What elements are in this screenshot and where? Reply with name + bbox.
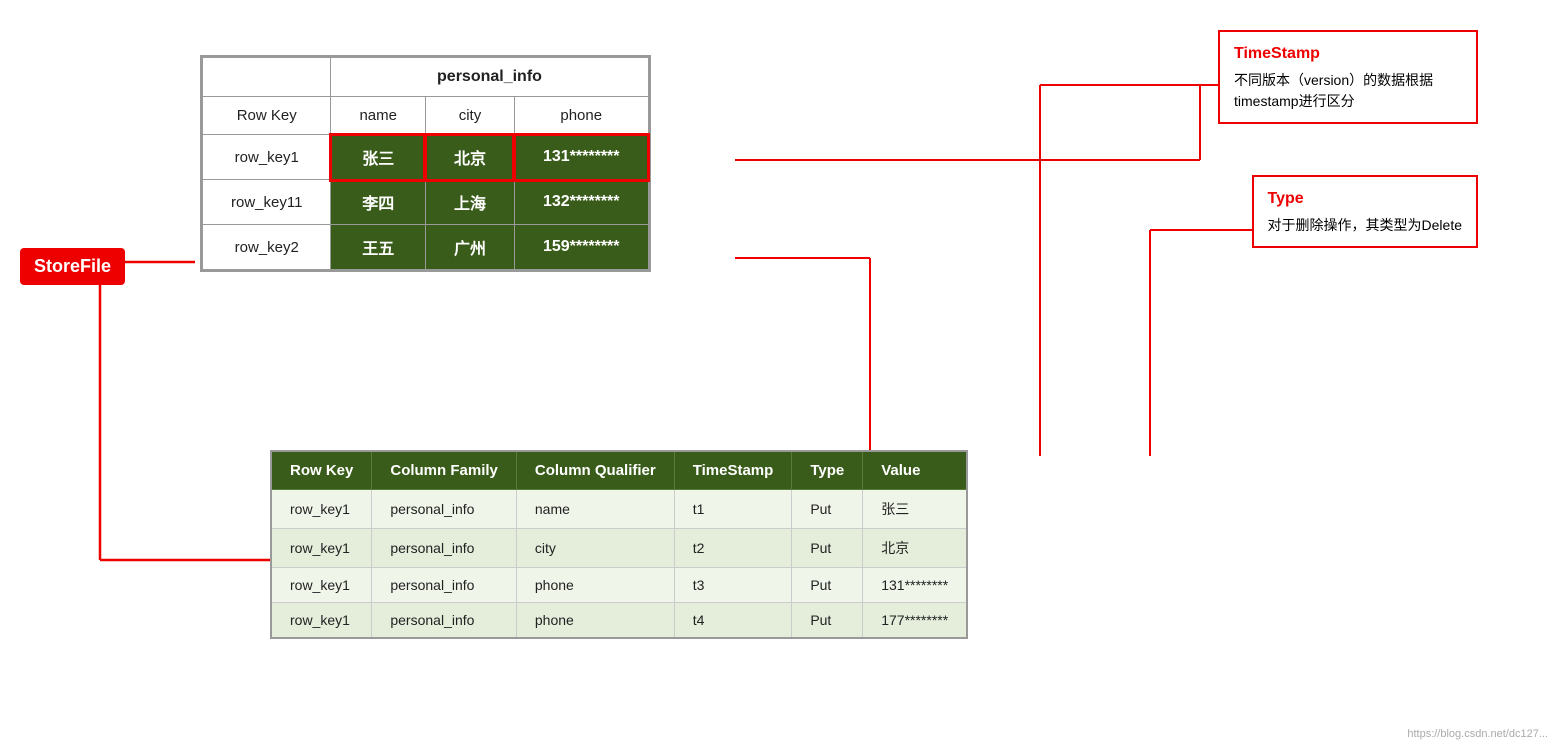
bottom-table-row: row_key1personal_infophonet4Put177******… <box>271 603 967 639</box>
bottom-table-header-cell: Value <box>863 451 967 490</box>
top-table-cell-rowkey: row_key11 <box>203 180 331 225</box>
top-table-row: row_key2王五广州159******** <box>203 225 649 270</box>
bottom-table-cell: 131******** <box>863 568 967 603</box>
top-table-city-header: city <box>425 97 514 135</box>
bottom-table-cell: Put <box>792 529 863 568</box>
top-table-cell-name: 李四 <box>331 180 426 225</box>
bottom-table-cell: Put <box>792 603 863 639</box>
top-table-cell-phone: 159******** <box>514 225 648 270</box>
bottom-table-row: row_key1personal_infonamet1Put张三 <box>271 490 967 529</box>
bottom-table-row: row_key1personal_infophonet3Put131******… <box>271 568 967 603</box>
top-table-cell-city: 上海 <box>425 180 514 225</box>
bottom-table-wrapper: Row KeyColumn FamilyColumn QualifierTime… <box>270 450 968 639</box>
main-container: StoreFile personal_info Row Key name cit… <box>0 0 1558 748</box>
bottom-table: Row KeyColumn FamilyColumn QualifierTime… <box>270 450 968 639</box>
storefile-label: StoreFile <box>20 248 125 285</box>
bottom-table-cell: personal_info <box>372 568 517 603</box>
watermark: https://blog.csdn.net/dc127... <box>1407 728 1548 740</box>
bottom-table-cell: row_key1 <box>271 490 372 529</box>
bottom-table-cell: 张三 <box>863 490 967 529</box>
top-table-cell-rowkey: row_key2 <box>203 225 331 270</box>
bottom-table-cell: personal_info <box>372 490 517 529</box>
top-table-cell-city: 北京 <box>425 135 514 180</box>
top-table-cell-phone: 131******** <box>514 135 648 180</box>
bottom-table-header-cell: Column Family <box>372 451 517 490</box>
bottom-table-header-cell: Column Qualifier <box>516 451 674 490</box>
bottom-table-cell: phone <box>516 568 674 603</box>
bottom-table-cell: t3 <box>674 568 792 603</box>
bottom-table-cell: Put <box>792 490 863 529</box>
bottom-table-cell: row_key1 <box>271 568 372 603</box>
bottom-table-cell: city <box>516 529 674 568</box>
annotation-timestamp-title: TimeStamp <box>1234 42 1462 66</box>
bottom-table-header-cell: TimeStamp <box>674 451 792 490</box>
annotation-type: Type 对于删除操作，其类型为Delete <box>1252 175 1478 248</box>
bottom-table-cell: t2 <box>674 529 792 568</box>
bottom-table-cell: 177******** <box>863 603 967 639</box>
bottom-table-cell: row_key1 <box>271 603 372 639</box>
bottom-table-cell: personal_info <box>372 529 517 568</box>
annotation-timestamp-body: 不同版本（version）的数据根据timestamp进行区分 <box>1234 72 1433 109</box>
top-table-cell-name: 张三 <box>331 135 426 180</box>
top-table-rowkey-header: Row Key <box>203 97 331 135</box>
bottom-table-cell: Put <box>792 568 863 603</box>
bottom-table-header-cell: Type <box>792 451 863 490</box>
bottom-table-cell: t4 <box>674 603 792 639</box>
bottom-table-cell: phone <box>516 603 674 639</box>
top-table-phone-header: phone <box>514 97 648 135</box>
top-table: personal_info Row Key name city phone ro… <box>202 57 649 270</box>
bottom-table-cell: personal_info <box>372 603 517 639</box>
top-table-row: row_key1张三北京131******** <box>203 135 649 180</box>
top-table-personal-info-header: personal_info <box>331 58 648 97</box>
bottom-table-cell: row_key1 <box>271 529 372 568</box>
annotation-type-body: 对于删除操作，其类型为Delete <box>1268 217 1462 233</box>
top-table-cell-name: 王五 <box>331 225 426 270</box>
bottom-table-cell: name <box>516 490 674 529</box>
top-table-cell-rowkey: row_key1 <box>203 135 331 180</box>
bottom-table-cell: 北京 <box>863 529 967 568</box>
annotation-type-title: Type <box>1268 187 1462 211</box>
top-table-name-header: name <box>331 97 426 135</box>
bottom-table-cell: t1 <box>674 490 792 529</box>
annotation-timestamp: TimeStamp 不同版本（version）的数据根据timestamp进行区… <box>1218 30 1478 124</box>
top-table-row: row_key11李四上海132******** <box>203 180 649 225</box>
top-table-cell-phone: 132******** <box>514 180 648 225</box>
bottom-table-header-cell: Row Key <box>271 451 372 490</box>
bottom-table-row: row_key1personal_infocityt2Put北京 <box>271 529 967 568</box>
top-table-cell-city: 广州 <box>425 225 514 270</box>
top-table-empty-header <box>203 58 331 97</box>
top-table-wrapper: personal_info Row Key name city phone ro… <box>200 55 651 272</box>
